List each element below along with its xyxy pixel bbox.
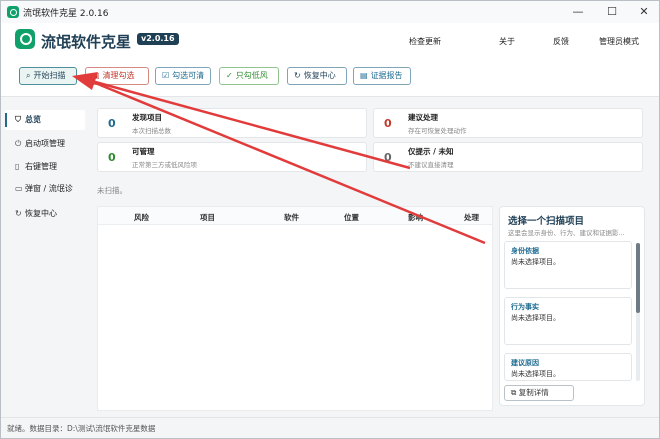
sidebar-item-overview[interactable]: ⛉ 总览 — [5, 110, 85, 130]
minimize-button[interactable]: — — [565, 4, 591, 20]
version-badge: v2.0.16 — [137, 33, 179, 45]
detail-title: 选择一个扫描项目 — [508, 216, 585, 227]
stat-number: 0 — [108, 117, 116, 130]
sidebar-item-startup[interactable]: ⏻ 启动项管理 — [5, 134, 85, 154]
detail-scrollbar[interactable] — [636, 243, 640, 381]
copy-icon: ⧉ — [511, 388, 519, 397]
sidebar-item-label: 恢复中心 — [25, 209, 57, 218]
window-icon: ▭ — [15, 184, 23, 193]
app-icon — [7, 6, 19, 18]
behavior-section: 行为事实 尚未选择项目。 — [504, 297, 632, 345]
clear-checked-button[interactable]: ▣ 清理勾选 — [85, 67, 149, 85]
stat-number: 0 — [384, 117, 392, 130]
shield-icon: ⛉ — [15, 115, 21, 124]
title-bar: 流氓软件克星 2.0.16 — ☐ ✕ — [1, 1, 659, 23]
start-scan-button[interactable]: ⌕ 开始扫描 — [19, 67, 77, 85]
app-title: 流氓软件克星 — [41, 33, 132, 51]
table-header: 风险 项目 软件 位置 影响 处理 — [98, 207, 492, 225]
results-table[interactable]: 风险 项目 软件 位置 影响 处理 — [97, 206, 493, 411]
column-risk[interactable]: 风险 — [134, 212, 149, 223]
section-text: 尚未选择项目。 — [511, 258, 560, 266]
check-icon: ✓ — [226, 71, 233, 80]
stat-subtitle: 不建议直接清理 — [408, 161, 454, 169]
start-scan-label: 开始扫描 — [33, 71, 66, 80]
stat-title: 仅提示 / 未知 — [408, 147, 454, 156]
identity-section: 身份依据 尚未选择项目。 — [504, 241, 632, 289]
sidebar: ⛉ 总览 ⏻ 启动项管理 ▯ 右键管理 ▭ 弹窗 / 流氓诊 ↻ 恢复中心 — [1, 98, 89, 414]
app-window: 流氓软件克星 2.0.16 — ☐ ✕ 流氓软件克星 v2.0.16 检查更新 … — [0, 0, 660, 439]
detail-panel: 选择一个扫描项目 这里会显示身份、行为、建议和证据影... 身份依据 尚未选择项… — [499, 206, 645, 406]
stat-manageable: 0 可管理 正常第三方或低风险项 — [97, 142, 367, 172]
stat-number: 0 — [108, 151, 116, 164]
stat-info-unknown: 0 仅提示 / 未知 不建议直接清理 — [373, 142, 643, 172]
section-label: 建议原因 — [511, 359, 539, 367]
stat-subtitle: 本次扫描总数 — [132, 127, 171, 135]
document-icon: ▤ — [360, 71, 368, 80]
scrollbar-thumb[interactable] — [636, 243, 640, 313]
stat-title: 发现项目 — [132, 113, 162, 122]
sidebar-item-label: 启动项管理 — [25, 139, 65, 148]
column-impact[interactable]: 影响 — [408, 212, 423, 223]
mouse-icon: ▯ — [15, 162, 20, 171]
check-cleanable-label: 勾选可清 — [172, 71, 205, 80]
detail-subtitle: 这里会显示身份、行为、建议和证据影... — [508, 229, 625, 237]
stat-suggested: 0 建议处理 存在可恢复处理动作 — [373, 108, 643, 138]
column-software[interactable]: 软件 — [284, 212, 299, 223]
sidebar-item-popup-diagnosis[interactable]: ▭ 弹窗 / 流氓诊 — [5, 179, 85, 199]
stat-number: 0 — [384, 151, 392, 164]
window-title: 流氓软件克星 2.0.16 — [23, 9, 109, 19]
column-location[interactable]: 位置 — [344, 212, 359, 223]
evidence-report-label: 证据报告 — [370, 71, 403, 80]
clear-checked-label: 清理勾选 — [102, 71, 135, 80]
stat-subtitle: 正常第三方或低风险项 — [132, 161, 197, 169]
sidebar-item-label: 弹窗 / 流氓诊 — [25, 184, 73, 193]
copy-details-label: 复制详情 — [518, 388, 549, 397]
stat-found: 0 发现项目 本次扫描总数 — [97, 108, 367, 138]
app-logo-icon — [15, 29, 35, 49]
admin-mode-link[interactable]: 管理员模式 — [599, 36, 639, 47]
column-item[interactable]: 项目 — [200, 212, 215, 223]
evidence-report-button[interactable]: ▤ 证据报告 — [353, 67, 411, 85]
sidebar-item-label: 右键管理 — [25, 162, 57, 171]
check-low-risk-button[interactable]: ✓ 只勾低风 — [219, 67, 279, 85]
app-header: 流氓软件克星 v2.0.16 检查更新 关于 反馈 管理员模式 — [1, 23, 659, 57]
recovery-center-label: 恢复中心 — [303, 71, 336, 80]
sidebar-item-label: 总览 — [25, 115, 41, 124]
power-icon: ⏻ — [15, 139, 22, 148]
stat-subtitle: 存在可恢复处理动作 — [408, 127, 467, 135]
sidebar-item-context-menu[interactable]: ▯ 右键管理 — [5, 157, 85, 177]
checkbox-icon: ☑ — [162, 71, 170, 80]
sidebar-item-recovery[interactable]: ↻ 恢复中心 — [5, 204, 85, 224]
reason-section: 建议原因 尚未选择项目。 — [504, 353, 632, 381]
restore-icon: ↻ — [15, 209, 22, 218]
search-icon: ⌕ — [26, 71, 31, 80]
section-text: 尚未选择项目。 — [511, 370, 560, 378]
close-button[interactable]: ✕ — [631, 4, 657, 20]
clean-icon: ▣ — [92, 71, 100, 80]
section-label: 身份依据 — [511, 247, 539, 255]
copy-details-button[interactable]: ⧉ 复制详情 — [504, 385, 574, 401]
recovery-center-button[interactable]: ↻ 恢复中心 — [287, 67, 347, 85]
stat-title: 可管理 — [132, 147, 155, 156]
check-low-risk-label: 只勾低风 — [235, 71, 268, 80]
about-link[interactable]: 关于 — [499, 36, 515, 47]
check-cleanable-button[interactable]: ☑ 勾选可清 — [155, 67, 211, 85]
maximize-button[interactable]: ☐ — [599, 4, 625, 20]
section-text: 尚未选择项目。 — [511, 314, 560, 322]
stat-title: 建议处理 — [408, 113, 438, 122]
column-action[interactable]: 处理 — [464, 212, 479, 223]
toolbar: ⌕ 开始扫描 ▣ 清理勾选 ☑ 勾选可清 ✓ 只勾低风 ↻ 恢复中心 ▤ 证据报告 — [1, 57, 659, 97]
status-bar: 就绪。数据目录：D:\测试\流氓软件克星数据 — [1, 417, 659, 438]
restore-icon: ↻ — [294, 71, 301, 80]
section-label: 行为事实 — [511, 303, 539, 311]
check-update-link[interactable]: 检查更新 — [409, 36, 441, 47]
status-bar-text: 就绪。数据目录：D:\测试\流氓软件克星数据 — [7, 424, 156, 433]
scan-status: 未扫描。 — [97, 186, 127, 195]
feedback-link[interactable]: 反馈 — [553, 36, 569, 47]
